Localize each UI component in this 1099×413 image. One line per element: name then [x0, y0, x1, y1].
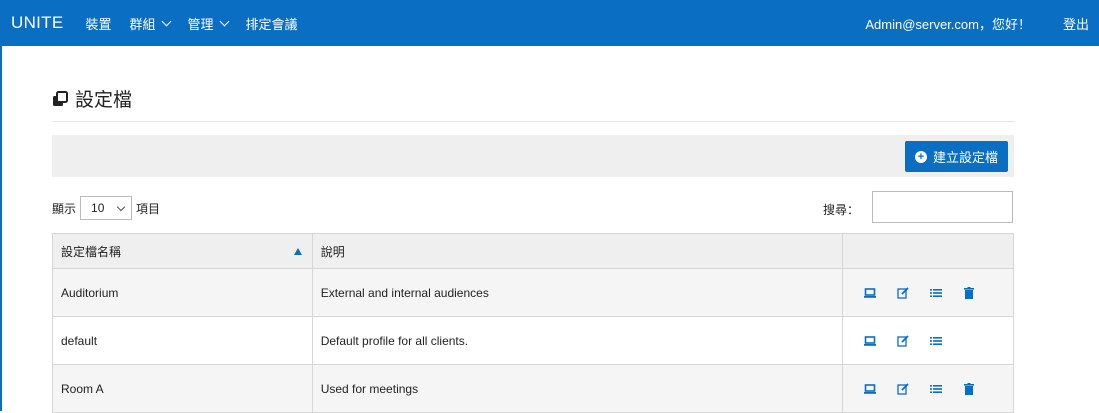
- page-length-value: 10: [91, 201, 105, 215]
- search-input[interactable]: [872, 191, 1013, 223]
- top-navbar: UNITE 裝置 群組 管理 排定會議 Admin@server.com，您好！…: [0, 0, 1099, 46]
- nav-schedule-meeting-label: 排定會議: [245, 16, 298, 32]
- trash-icon[interactable]: [962, 286, 975, 299]
- list-icon[interactable]: [929, 286, 942, 299]
- nav-management[interactable]: 管理: [187, 14, 229, 33]
- create-profile-label: 建立設定檔: [932, 150, 998, 165]
- user-greeting[interactable]: Admin@server.com，您好！: [865, 14, 1031, 33]
- page-length-select[interactable]: 10: [80, 196, 133, 220]
- nav-devices-label: 裝置: [85, 16, 112, 32]
- nav-devices[interactable]: 裝置: [86, 14, 112, 33]
- cell-actions: [842, 364, 1014, 413]
- cell-actions: [842, 268, 1014, 317]
- brand-logo[interactable]: UNITE: [11, 13, 64, 33]
- trash-icon[interactable]: [962, 382, 975, 395]
- list-icon[interactable]: [929, 382, 942, 395]
- cell-name: default: [52, 316, 313, 365]
- page-title: 設定檔: [52, 85, 132, 112]
- column-header-description-label: 說明: [320, 244, 345, 259]
- column-header-name-label: 設定檔名稱: [61, 244, 122, 259]
- edit-icon[interactable]: [896, 286, 909, 299]
- page-length-control: 顯示 10 項目: [52, 196, 160, 220]
- title-divider: [52, 121, 1014, 122]
- left-accent-border: [0, 46, 2, 411]
- toolbar: + 建立設定檔: [52, 135, 1014, 177]
- list-icon[interactable]: [929, 334, 942, 347]
- edit-icon[interactable]: [896, 382, 909, 395]
- table-row: default Default profile for all clients.: [52, 316, 1014, 365]
- nav-management-label: 管理: [187, 16, 214, 32]
- logout-link[interactable]: 登出: [1063, 14, 1089, 33]
- create-profile-button[interactable]: + 建立設定檔: [904, 141, 1008, 172]
- cell-name: Auditorium: [52, 268, 313, 317]
- clone-icon: [53, 90, 68, 106]
- cell-description: Default profile for all clients.: [311, 316, 844, 365]
- edit-icon[interactable]: [896, 334, 909, 347]
- column-header-description[interactable]: 說明: [311, 233, 844, 269]
- table-row: Room A Used for meetings: [52, 364, 1014, 413]
- show-label: 顯示: [52, 201, 77, 216]
- monitor-icon[interactable]: [863, 334, 876, 347]
- profiles-table: 設定檔名稱 說明 Auditorium External and interna…: [52, 233, 1014, 413]
- column-header-name[interactable]: 設定檔名稱: [52, 233, 313, 269]
- sort-ascending-icon: [293, 247, 302, 255]
- nav-schedule-meeting[interactable]: 排定會議: [246, 14, 298, 33]
- items-label: 項目: [136, 201, 161, 216]
- navbar-right: Admin@server.com，您好！ 登出: [865, 14, 1099, 33]
- table-header-row: 設定檔名稱 說明: [52, 233, 1014, 269]
- chevron-down-icon: [116, 202, 126, 211]
- column-header-actions: [842, 233, 1014, 269]
- monitor-icon[interactable]: [863, 382, 876, 395]
- monitor-icon[interactable]: [863, 286, 876, 299]
- nav-groups[interactable]: 群組: [129, 14, 171, 33]
- cell-description: External and internal audiences: [311, 268, 844, 317]
- plus-circle-icon: +: [914, 150, 927, 163]
- cell-description: Used for meetings: [311, 364, 844, 413]
- chevron-down-icon: [161, 16, 171, 26]
- chevron-down-icon: [219, 16, 229, 26]
- nav-groups-label: 群組: [129, 16, 156, 32]
- cell-name: Room A: [52, 364, 313, 413]
- cell-actions: [842, 316, 1014, 365]
- page-title-text: 設定檔: [75, 90, 133, 111]
- search-label: 搜尋：: [823, 203, 860, 217]
- table-row: Auditorium External and internal audienc…: [52, 268, 1014, 317]
